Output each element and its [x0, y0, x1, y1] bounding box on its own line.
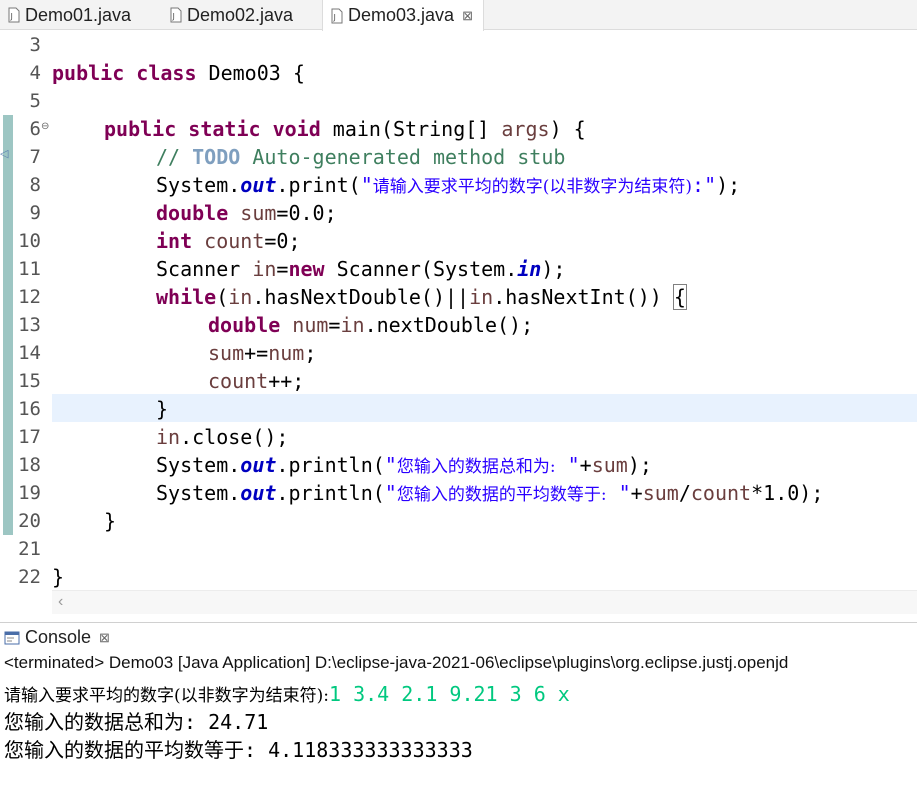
code-line: public static void main(String[] args) { — [104, 117, 586, 141]
code-line: sum+=num; — [208, 341, 317, 365]
console-process-status: <terminated> Demo03 [Java Application] D… — [0, 653, 917, 677]
tab-demo03[interactable]: J Demo03.java ⊠ — [322, 0, 484, 31]
code-line: while(in.hasNextDouble()||in.hasNextInt(… — [156, 284, 687, 310]
scroll-left-icon[interactable]: ‹ — [58, 593, 63, 611]
editor-horizontal-scrollbar[interactable]: ‹ — [52, 590, 917, 614]
java-file-icon: J — [331, 8, 343, 24]
line-number: 4 — [29, 62, 41, 84]
tab-label: Demo02.java — [187, 4, 294, 25]
line-number: 20 — [18, 510, 41, 532]
line-number: 12 — [18, 286, 41, 308]
code-line: } — [52, 565, 65, 589]
line-number: 22 — [18, 566, 41, 588]
console-output[interactable]: 请输入要求平均的数字(以非数字为结束符):1 3.4 2.1 9.21 3 6 … — [0, 678, 917, 791]
quick-diff-bar — [3, 115, 13, 535]
close-icon[interactable]: ⊠ — [462, 8, 473, 24]
code-line: System.out.print("请输入要求平均的数字(以非数字为结束符):"… — [156, 173, 741, 197]
code-line: count++; — [208, 369, 305, 393]
console-line: 请输入要求平均的数字(以非数字为结束符):1 3.4 2.1 9.21 3 6 … — [4, 682, 570, 706]
line-number: 7 — [29, 146, 41, 168]
line-number: 5 — [29, 90, 41, 112]
code-line: System.out.println("您输入的数据的平均数等于: "+sum/… — [156, 481, 824, 505]
line-number: 13 — [18, 314, 41, 336]
tab-demo02[interactable]: J Demo02.java — [170, 0, 293, 30]
line-number: 19 — [18, 482, 41, 504]
code-line: } — [156, 397, 169, 421]
line-number: 3 — [29, 34, 41, 56]
fold-toggle-icon[interactable]: ⊖ — [41, 121, 49, 132]
line-number: 8 — [29, 174, 41, 196]
editor-tab-bar: J Demo01.java J Demo02.java J Demo03.jav… — [0, 0, 917, 31]
code-line: System.out.println("您输入的数据总和为: "+sum); — [156, 453, 652, 477]
code-line: } — [104, 509, 117, 533]
console-line: 您输入的数据的平均数等于: 4.118333333333333 — [4, 738, 473, 762]
line-number: 11 — [18, 258, 41, 280]
close-icon[interactable]: ⊠ — [99, 630, 110, 646]
line-number: 6 — [29, 118, 41, 140]
line-number: 17 — [18, 426, 41, 448]
svg-text:J: J — [10, 12, 13, 21]
code-line: public class Demo03 { — [52, 61, 305, 85]
matching-bracket: { — [672, 284, 687, 310]
code-line: Scanner in=new Scanner(System.in); — [156, 257, 566, 281]
tab-console[interactable]: Console ⊠ — [4, 627, 110, 648]
code-line: in.close(); — [156, 425, 289, 449]
java-file-icon: J — [8, 7, 20, 23]
current-line-highlight — [52, 394, 917, 422]
console-tab-label: Console — [25, 627, 92, 647]
tab-demo01[interactable]: J Demo01.java — [8, 0, 131, 30]
line-number: 14 — [18, 342, 41, 364]
line-number: 10 — [18, 230, 41, 252]
code-editor[interactable]: ◁ 3 4 5 6 ⊖ 7 8 9 10 11 12 13 14 15 16 1… — [0, 31, 917, 615]
line-number: 16 — [18, 398, 41, 420]
line-number: 21 — [18, 538, 41, 560]
code-line: double num=in.nextDouble(); — [208, 313, 534, 337]
svg-text:J: J — [172, 12, 175, 21]
line-number: 9 — [29, 202, 41, 224]
tab-label: Demo03.java — [348, 5, 455, 25]
code-line: int count=0; — [156, 229, 301, 253]
console-icon — [4, 630, 20, 645]
java-file-icon: J — [170, 7, 182, 23]
code-line: // TODO Auto-generated method stub — [156, 145, 566, 169]
console-line: 您输入的数据总和为: 24.71 — [4, 710, 269, 734]
line-number: 18 — [18, 454, 41, 476]
console-user-input: 1 3.4 2.1 9.21 3 6 x — [329, 682, 570, 706]
task-marker-icon: ◁ — [0, 148, 9, 160]
svg-text:J: J — [333, 13, 336, 22]
tab-label: Demo01.java — [25, 4, 132, 25]
console-tab-bar: Console ⊠ — [0, 622, 917, 652]
code-line: double sum=0.0; — [156, 201, 337, 225]
line-number: 15 — [18, 370, 41, 392]
